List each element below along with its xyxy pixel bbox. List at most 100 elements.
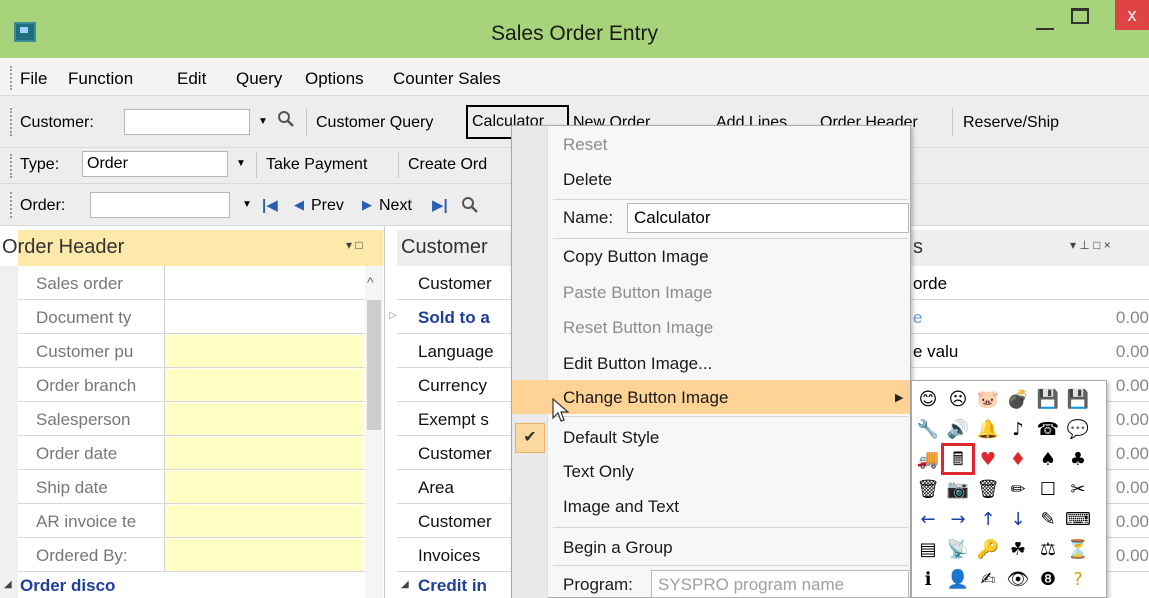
palette-image-icon[interactable]: → (945, 506, 971, 534)
pane-controls-icon[interactable]: ▾ ⊥ □ × (1070, 238, 1111, 252)
palette-image-icon[interactable]: ♣ (1065, 446, 1091, 474)
palette-image-icon[interactable]: ♦ (1005, 446, 1031, 474)
palette-image-icon[interactable]: ✎ (1035, 506, 1061, 534)
palette-image-icon[interactable]: 💾 (1065, 386, 1091, 414)
palette-image-icon[interactable]: ▤ (915, 536, 941, 564)
palette-image-icon[interactable]: ⌨ (1065, 506, 1091, 534)
menu-item-reset[interactable]: Reset (563, 135, 607, 155)
order-input[interactable] (90, 192, 230, 218)
palette-image-icon[interactable]: 👤 (945, 566, 971, 594)
section-label[interactable]: Sold to a (418, 308, 490, 328)
scroll-up-icon[interactable]: ^ (367, 274, 374, 290)
palette-image-icon[interactable]: ⚖ (1035, 536, 1061, 564)
palette-image-icon[interactable]: ☎ (1035, 416, 1061, 444)
customer-input[interactable] (124, 109, 250, 135)
palette-image-icon[interactable]: 💾 (1035, 386, 1061, 414)
toolbar1-grip[interactable] (10, 108, 12, 136)
toolbar2-grip[interactable] (10, 154, 12, 178)
menu-item-begin-a-group[interactable]: Begin a Group (563, 538, 673, 558)
field-value[interactable] (164, 437, 364, 469)
button-name-input[interactable]: Calculator (627, 203, 909, 233)
palette-image-icon[interactable]: ☘ (1005, 536, 1031, 564)
next-arrow-icon[interactable]: ▶ (362, 197, 372, 213)
palette-image-icon[interactable]: ← (915, 506, 941, 534)
field-value[interactable] (164, 403, 364, 435)
palette-image-icon[interactable]: ? (1065, 566, 1091, 594)
palette-image-icon[interactable]: 💬 (1065, 416, 1091, 444)
field-value[interactable] (164, 539, 364, 571)
palette-image-icon[interactable]: ↓ (1005, 506, 1031, 534)
menu-item-paste-button-image[interactable]: Paste Button Image (563, 283, 712, 303)
palette-image-icon[interactable]: 🚚 (915, 446, 941, 474)
collapse-icon[interactable]: ◢ (401, 579, 409, 590)
menu-file[interactable]: File (20, 69, 47, 89)
field-value[interactable] (164, 471, 364, 503)
prev-arrow-icon[interactable]: ◀ (294, 197, 304, 213)
palette-image-icon[interactable]: ♪ (1005, 416, 1031, 444)
prev-button[interactable]: Prev (311, 197, 344, 215)
first-record-icon[interactable]: |◀ (262, 196, 278, 214)
palette-image-icon[interactable]: ↑ (975, 506, 1001, 534)
minimize-button[interactable] (1036, 28, 1054, 30)
palette-image-icon[interactable]: ♥ (975, 446, 1001, 474)
palette-image-icon[interactable]: ℹ (915, 566, 941, 594)
customer-dropdown-icon[interactable]: ▼ (258, 116, 268, 127)
menu-item-default-style[interactable]: Default Style (563, 428, 659, 448)
palette-image-icon[interactable]: 📡 (945, 536, 971, 564)
palette-image-icon[interactable]: ✏ (1005, 476, 1031, 504)
order-search-icon[interactable] (460, 194, 480, 216)
palette-image-icon[interactable]: 🔑 (975, 536, 1001, 564)
menu-item-change-button-image[interactable]: Change Button Image (563, 388, 728, 408)
section-header[interactable]: Credit in (418, 576, 487, 596)
palette-image-icon[interactable]: 🐷 (975, 386, 1001, 414)
maximize-button[interactable] (1071, 8, 1089, 24)
palette-image-icon[interactable]: 🗑 (975, 476, 1001, 504)
field-value[interactable] (164, 369, 364, 401)
menu-options[interactable]: Options (305, 69, 364, 89)
palette-image-icon[interactable]: 🗑 (915, 476, 941, 504)
palette-image-icon[interactable]: 💣 (1005, 386, 1031, 414)
menu-counter-sales[interactable]: Counter Sales (393, 69, 501, 89)
reserve-ship-button[interactable]: Reserve/Ship (963, 114, 1059, 132)
order-dropdown-icon[interactable]: ▼ (242, 199, 252, 210)
take-payment-button[interactable]: Take Payment (266, 156, 367, 174)
palette-image-icon[interactable]: 😊 (915, 386, 941, 414)
menu-edit[interactable]: Edit (177, 69, 206, 89)
section-header[interactable]: Order disco (20, 576, 115, 596)
palette-image-icon[interactable]: ☹ (945, 386, 971, 414)
menu-item-reset-button-image[interactable]: Reset Button Image (563, 318, 713, 338)
menu-item-edit-button-image[interactable]: Edit Button Image... (563, 354, 712, 374)
menu-query[interactable]: Query (236, 69, 282, 89)
palette-image-icon[interactable]: 🔧 (915, 416, 941, 444)
type-dropdown-icon[interactable]: ▼ (236, 158, 246, 169)
palette-image-icon[interactable]: ♠ (1035, 446, 1061, 474)
pane-menu-icon[interactable]: ▾ □ (346, 238, 363, 252)
palette-image-icon[interactable]: ✍ (975, 566, 1001, 594)
field-value[interactable] (164, 266, 364, 300)
type-select[interactable]: Order (82, 151, 228, 177)
palette-image-icon[interactable]: ❽ (1035, 566, 1061, 594)
palette-image-icon[interactable]: ☐ (1035, 476, 1061, 504)
next-button[interactable]: Next (379, 197, 412, 215)
palette-image-icon[interactable]: 🔔 (975, 416, 1001, 444)
field-value[interactable] (164, 335, 364, 367)
menu-item-text-only[interactable]: Text Only (563, 462, 634, 482)
palette-image-icon[interactable]: 📷 (945, 476, 971, 504)
palette-image-icon[interactable]: 🔊 (945, 416, 971, 444)
program-input[interactable]: SYSPRO program name (651, 570, 909, 598)
menu-item-copy-button-image[interactable]: Copy Button Image (563, 247, 709, 267)
menu-item-image-and-text[interactable]: Image and Text (563, 497, 679, 517)
palette-image-icon[interactable]: ⏳ (1065, 536, 1091, 564)
menu-item-delete[interactable]: Delete (563, 170, 612, 190)
last-record-icon[interactable]: ▶| (432, 196, 448, 214)
field-value[interactable] (164, 505, 364, 537)
collapse-icon[interactable]: ◢ (4, 579, 12, 590)
scrollbar-thumb[interactable] (367, 300, 381, 430)
create-order-button[interactable]: Create Ord (408, 156, 487, 174)
palette-image-icon[interactable]: 👁 (1005, 566, 1031, 594)
expand-icon[interactable]: ▷ (389, 310, 397, 321)
customer-query-button[interactable]: Customer Query (316, 114, 433, 132)
toolbar3-grip[interactable] (10, 192, 12, 218)
menu-function[interactable]: Function (68, 69, 133, 89)
palette-image-icon[interactable]: ✂ (1065, 476, 1091, 504)
